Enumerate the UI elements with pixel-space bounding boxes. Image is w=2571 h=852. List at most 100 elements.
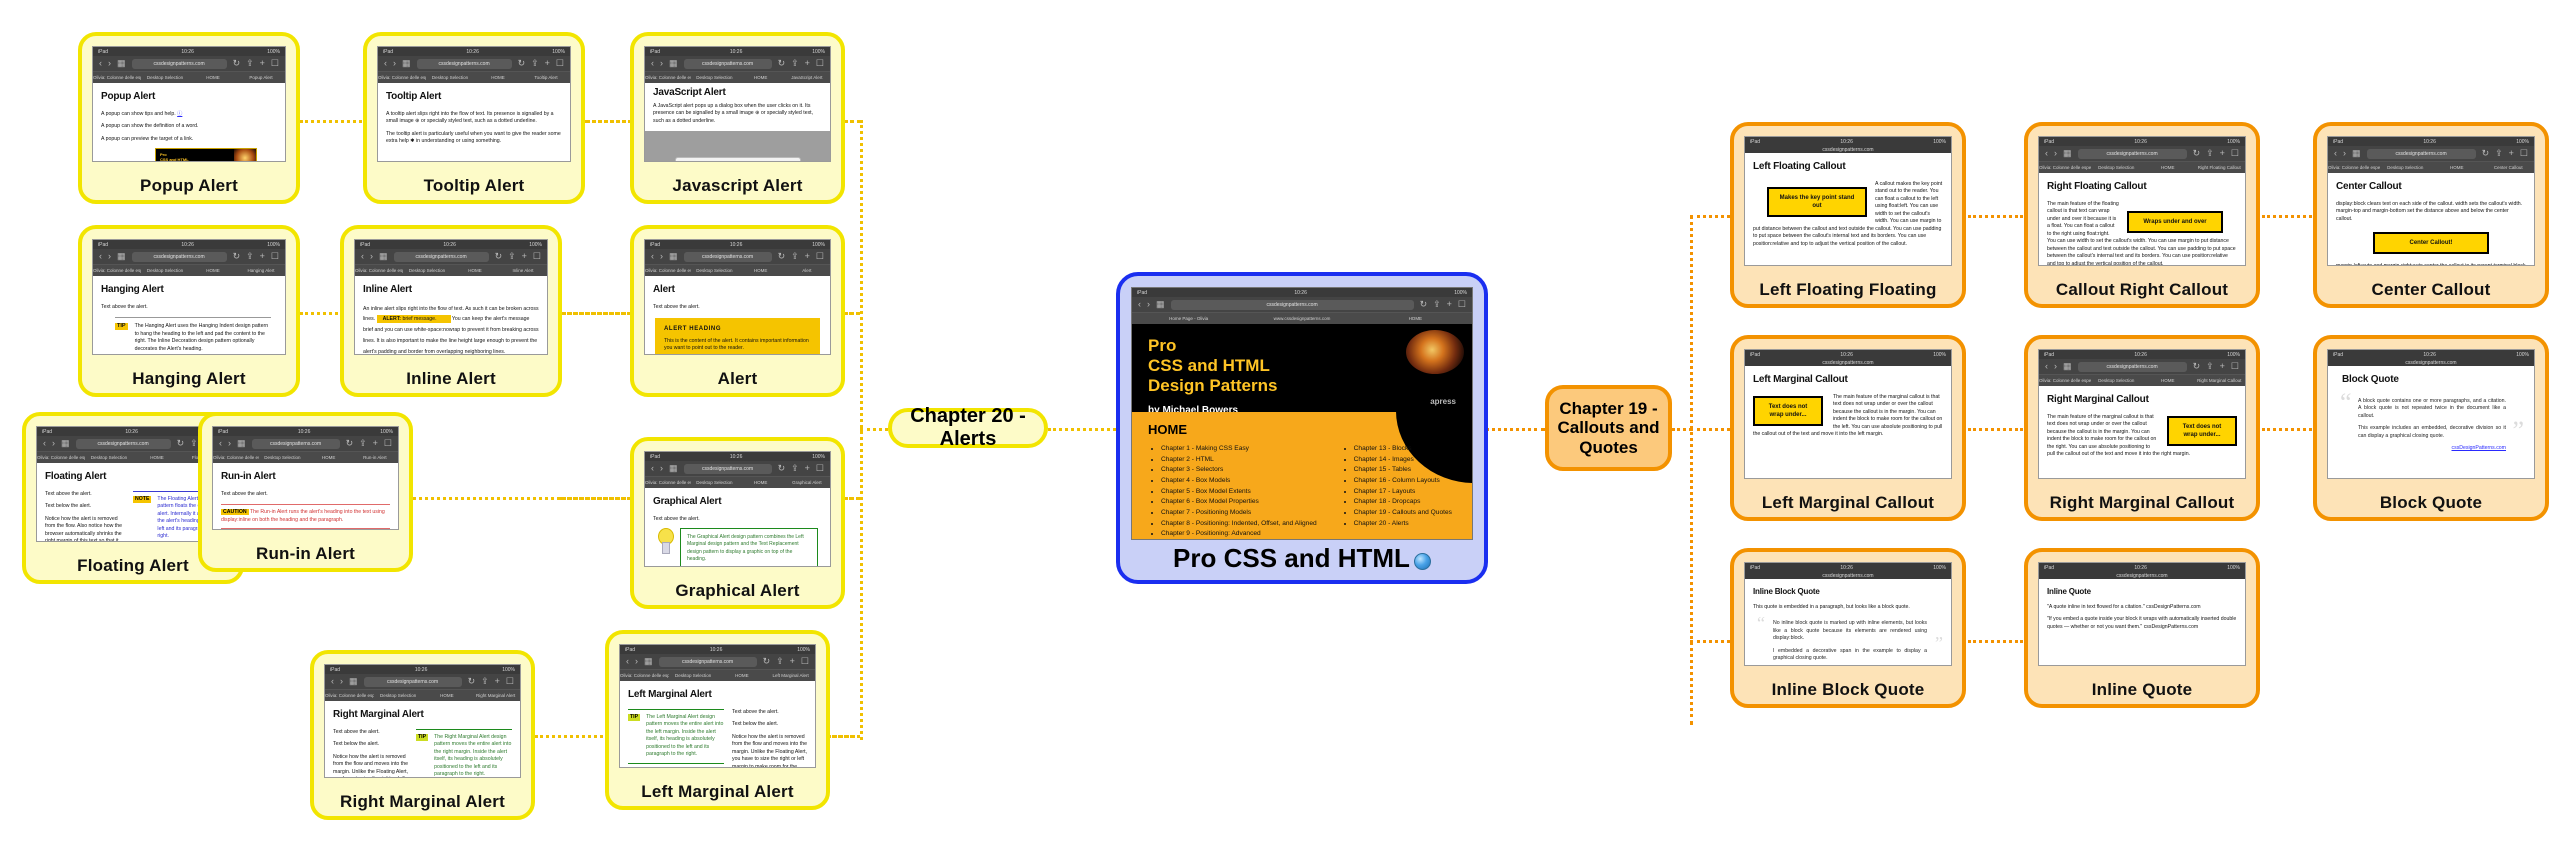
forward-arrow-icon[interactable]: › (660, 252, 663, 261)
new-tab-icon[interactable]: + (1447, 300, 1452, 309)
browser-toolbar[interactable]: ‹ › ▦ cssdesignpatterns.com ↻ ⇪ + ☐ (2328, 146, 2534, 161)
bookmarks-bar[interactable]: Olivia: Colonne delle esperie - Ret...De… (645, 71, 830, 83)
reload-icon[interactable]: ↻ (495, 252, 503, 261)
center-node-pro-css-and-html[interactable]: iPad 10:26 100% ‹ › ▦ cssdesignpatterns.… (1116, 272, 1488, 584)
bookmarks-icon[interactable]: ▦ (1156, 300, 1165, 309)
browser-toolbar[interactable]: ‹ › ▦ cssdesignpatterns.com ↻ ⇪ + ☐ (2039, 146, 2245, 161)
bookmarks-icon[interactable]: ▦ (2063, 149, 2072, 158)
new-tab-icon[interactable]: + (805, 464, 810, 473)
browser-toolbar[interactable]: ‹ › ▦ cssdesignpatterns.com ↻ ⇪ + ☐ (325, 674, 520, 689)
card-left-floating-callout[interactable]: iPad 10:26 100% cssdesignpatterns.com Left … (1730, 122, 1966, 308)
bookmark-item[interactable]: Olivia: Colonne delle esperie - Ret... (2039, 378, 2091, 383)
bookmark-item[interactable]: www.cssdesignpatterns.com (1245, 316, 1358, 321)
address-bar[interactable]: cssdesignpatterns.com (683, 58, 772, 69)
new-tab-icon[interactable]: + (522, 252, 527, 261)
bookmarks-icon[interactable]: ▦ (669, 59, 678, 68)
new-tab-icon[interactable]: + (2220, 149, 2225, 158)
toc-item[interactable]: Chapter 2 - HTML (1161, 455, 1317, 466)
address-bar[interactable]: cssdesignpatterns.com (2366, 148, 2476, 159)
tabs-icon[interactable]: ☐ (816, 59, 824, 68)
card-block-quote[interactable]: iPad 10:26 100% cssdesignpatterns.com Block… (2313, 335, 2549, 521)
bookmark-item[interactable]: HOME (2142, 165, 2194, 170)
forward-arrow-icon[interactable]: › (2054, 362, 2057, 371)
share-icon[interactable]: ⇪ (1433, 300, 1441, 309)
forward-arrow-icon[interactable]: › (2343, 149, 2346, 158)
bookmark-item[interactable]: Olivia: Colonne delle esperie - Ret... (93, 75, 141, 80)
reload-icon[interactable]: ↻ (2193, 362, 2201, 371)
back-arrow-icon[interactable]: ‹ (99, 252, 102, 261)
back-arrow-icon[interactable]: ‹ (1138, 300, 1141, 309)
page-tab-title[interactable]: Inline Alert (499, 268, 547, 273)
bookmark-item[interactable]: Olivia: Colonne delle esperie - Ret... (37, 455, 85, 460)
address-bar[interactable]: cssdesignpatterns.com (683, 463, 772, 474)
page-tab-title[interactable]: Right Marginal Callout (2194, 378, 2246, 383)
browser-toolbar[interactable]: ‹ › ▦ cssdesignpatterns.com ↻ ⇪ + ☐ (645, 249, 830, 264)
card-center-callout[interactable]: iPad 10:26 100% ‹ › ▦ cssdesignpatterns.com ↻ ⇪ +… (2313, 122, 2549, 308)
address-bar[interactable]: cssdesignpatterns.com (131, 251, 227, 262)
browser-toolbar[interactable]: ‹ › ▦ cssdesignpatterns.com ↻ ⇪ + ☐ (2039, 359, 2245, 374)
bookmarks-icon[interactable]: ▦ (237, 439, 246, 448)
toc-item[interactable]: Chapter 13 - Blocks (1354, 444, 1452, 455)
toc-item[interactable]: Chapter 16 - Column Layouts (1354, 476, 1452, 487)
bookmarks-bar[interactable]: Olivia: Colonne delle esperie - Ret...De… (645, 264, 830, 276)
bookmarks-icon[interactable]: ▦ (2352, 149, 2361, 158)
hub-chapter-20-alerts[interactable]: Chapter 20 - Alerts (888, 405, 1048, 450)
card-graphical-alert[interactable]: iPad 10:26 100% ‹ › ▦ cssdesignpatterns.com ↻ ⇪ +… (630, 437, 845, 609)
bookmark-item[interactable]: Olivia: Colonne delle esperie - Ret... (645, 268, 691, 273)
toc-item[interactable]: Chapter 5 - Box Model Extents (1161, 487, 1317, 498)
bookmark-item[interactable]: Olivia: Colonne delle esperie - Ret... (93, 268, 141, 273)
bookmarks-bar[interactable]: Home Page - Olivia www.cssdesignpatterns… (1132, 312, 1472, 324)
toc-item[interactable]: Chapter 18 - Dropcaps (1354, 497, 1452, 508)
bookmark-item[interactable]: Olivia: Colonne delle esperie - Ret... (620, 673, 669, 678)
share-icon[interactable]: ⇪ (791, 59, 799, 68)
toc-item[interactable]: Chapter 20 - Alerts (1354, 519, 1452, 530)
bookmarks-bar[interactable]: Olivia: Colonne delle esperie - Ret...De… (325, 689, 520, 701)
new-tab-icon[interactable]: + (805, 59, 810, 68)
bookmark-item[interactable]: Desktop Selection (691, 75, 737, 80)
bookmarks-bar[interactable]: Olivia: Colonne delle esperie - Ret...De… (213, 451, 398, 463)
tabs-icon[interactable]: ☐ (506, 677, 514, 686)
bookmarks-bar[interactable]: Olivia: Colonne delle esperie - Ret...De… (620, 669, 815, 681)
bookmark-item[interactable]: HOME (306, 455, 352, 460)
reload-icon[interactable]: ↻ (346, 439, 354, 448)
reload-icon[interactable]: ↻ (233, 252, 241, 261)
bookmark-item[interactable]: HOME (423, 693, 472, 698)
share-icon[interactable]: ⇪ (359, 439, 367, 448)
share-icon[interactable]: ⇪ (791, 252, 799, 261)
bookmarks-icon[interactable]: ▦ (117, 252, 126, 261)
tabs-icon[interactable]: ☐ (2231, 149, 2239, 158)
bookmarks-bar[interactable]: Olivia: Colonne delle esperie - Ret...De… (2039, 161, 2245, 173)
browser-toolbar[interactable]: ‹ › ▦ cssdesignpatterns.com ↻ ⇪ + ☐ (620, 654, 815, 669)
bookmark-item[interactable]: Desktop Selection (85, 455, 133, 460)
new-tab-icon[interactable]: + (2509, 149, 2514, 158)
back-arrow-icon[interactable]: ‹ (651, 464, 654, 473)
bookmark-item[interactable]: HOME (738, 480, 784, 485)
card-hanging-alert[interactable]: iPad 10:26 100% ‹ › ▦ cssdesignpatterns.com ↻ ⇪ +… (78, 225, 300, 397)
back-arrow-icon[interactable]: ‹ (651, 59, 654, 68)
browser-toolbar[interactable]: ‹ › ▦ cssdesignpatterns.com ↻ ⇪ + ☐ (355, 249, 547, 264)
reload-icon[interactable]: ↻ (1420, 300, 1428, 309)
share-icon[interactable]: ⇪ (791, 464, 799, 473)
card-right-marginal-alert[interactable]: iPad 10:26 100% ‹ › ▦ cssdesignpatterns.com ↻ ⇪ +… (310, 650, 535, 820)
bookmarks-icon[interactable]: ▦ (379, 252, 388, 261)
bookmarks-icon[interactable]: ▦ (644, 657, 653, 666)
bookmark-item[interactable]: Olivia: Colonne delle esperie - Ret... (645, 75, 691, 80)
bookmark-item[interactable]: HOME (718, 673, 767, 678)
share-icon[interactable]: ⇪ (531, 59, 539, 68)
bookmark-item[interactable]: HOME (133, 455, 181, 460)
new-tab-icon[interactable]: + (373, 439, 378, 448)
page-tab-title[interactable]: Left Marginal Alert (766, 673, 815, 678)
back-arrow-icon[interactable]: ‹ (99, 59, 102, 68)
bookmark-item[interactable]: HOME (738, 268, 784, 273)
bookmark-item[interactable]: HOME (2142, 378, 2194, 383)
page-tab-title[interactable]: Run-in Alert (352, 455, 398, 460)
back-arrow-icon[interactable]: ‹ (43, 439, 46, 448)
hub-chapter-19-callouts-and-quotes[interactable]: Chapter 19 - Callouts and Quotes (1545, 385, 1672, 471)
bookmarks-bar[interactable]: Olivia: Colonne delle esperie - Ret...De… (2328, 161, 2534, 173)
forward-arrow-icon[interactable]: › (108, 252, 111, 261)
forward-arrow-icon[interactable]: › (660, 464, 663, 473)
reload-icon[interactable]: ↻ (763, 657, 771, 666)
card-popup-alert[interactable]: iPad 10:26 100% ‹ › ▦ cssdesignpatterns.com ↻ ⇪ +… (78, 32, 300, 204)
forward-arrow-icon[interactable]: › (108, 59, 111, 68)
toc-item[interactable]: Chapter 8 - Positioning: Indented, Offse… (1161, 519, 1317, 530)
